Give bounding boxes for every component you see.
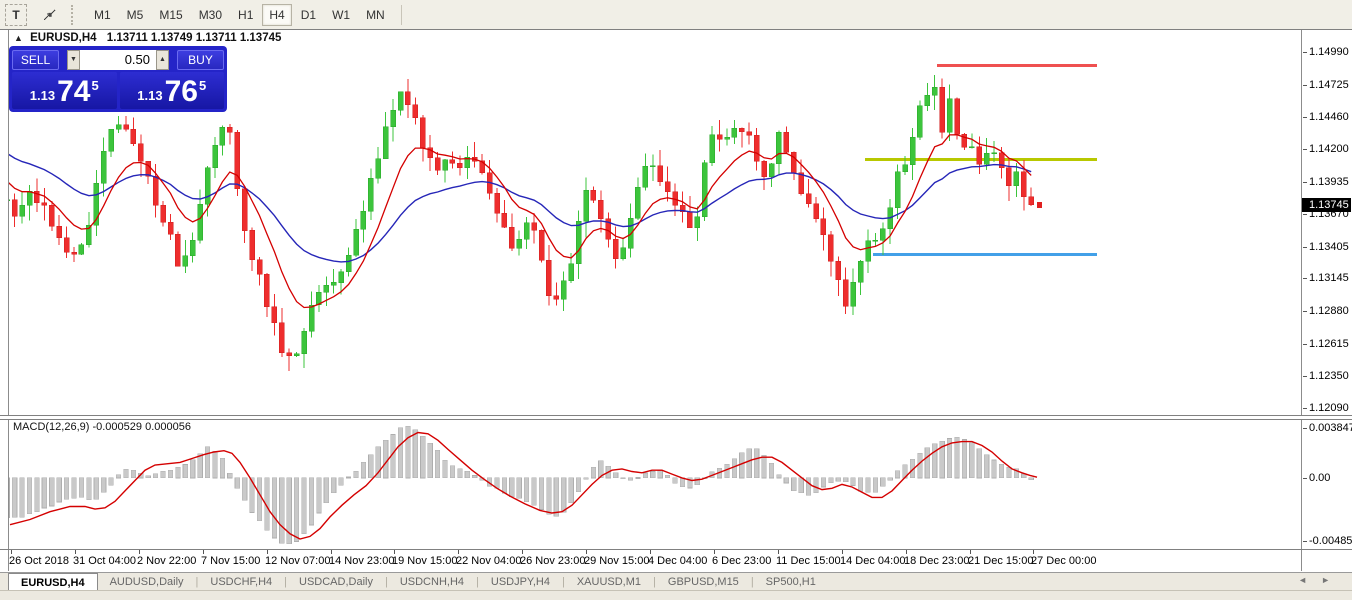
time-tick-label: 18 Dec 23:00 — [904, 550, 970, 567]
buy-price-pip: 5 — [198, 78, 207, 93]
sell-price-big: 74 — [57, 75, 91, 108]
timeframe-button-w1[interactable]: W1 — [325, 4, 357, 26]
toolbar-separator — [400, 4, 402, 25]
price-tick-label: 1.14990 — [1303, 46, 1349, 58]
time-tick-label: 14 Dec 04:00 — [840, 550, 906, 567]
time-tick-label: 2 Nov 22:00 — [137, 550, 197, 567]
buy-button[interactable]: BUY — [177, 49, 224, 70]
time-tick-label: 7 Nov 15:00 — [201, 550, 261, 567]
macd-tick-label: -0.004856 — [1303, 535, 1352, 547]
timeframe-button-mn[interactable]: MN — [359, 4, 392, 26]
price-tick-label: 1.13405 — [1303, 241, 1349, 253]
tab-scroll-arrows[interactable]: ◄► — [1298, 575, 1344, 585]
price-tick-label: 1.12880 — [1303, 305, 1349, 317]
time-tick-label: 26 Oct 2018 — [9, 550, 69, 567]
toolbar-grip[interactable] — [71, 4, 80, 25]
macd-tick-label: 0.003847 — [1303, 422, 1352, 434]
status-strip — [0, 590, 1352, 600]
time-tick-label: 19 Nov 15:00 — [392, 550, 458, 567]
one-click-trade-panel: SELL ▼ ▲ BUY 1.13 74 5 1.13 76 5 — [9, 46, 227, 112]
price-axis[interactable]: 1.14990 1.14725 1.14460 1.14200 1.13935 1.136… — [1302, 30, 1352, 571]
buy-price-big: 76 — [164, 75, 198, 108]
timeframe-button-h1[interactable]: H1 — [231, 4, 260, 26]
chart-title: ▲ EURUSD,H4 1.13711 1.13749 1.13711 1.13… — [14, 32, 281, 44]
macd-label: MACD(12,26,9) -0.000529 0.000056 — [13, 421, 191, 433]
chart-tab-usdcnh-h4[interactable]: USDCNH,H4 — [388, 573, 476, 591]
time-axis[interactable]: 26 Oct 2018 31 Oct 04:00 2 Nov 22:00 7 Nov … — [9, 550, 1301, 571]
timeframe-button-m15[interactable]: M15 — [152, 4, 189, 26]
buy-price-quote[interactable]: 1.13 76 5 — [119, 72, 224, 109]
arrows-icon — [43, 9, 55, 20]
toolbar: T ▾ M1 M5 M15 M30 H1 H4 D1 W1 MN — [0, 0, 1352, 30]
time-tick-label: 12 Nov 07:00 — [265, 550, 331, 567]
volume-increase-button[interactable]: ▲ — [156, 49, 169, 70]
time-tick-label: 14 Nov 23:00 — [329, 550, 395, 567]
time-tick-label: 21 Dec 15:00 — [968, 550, 1034, 567]
timeframe-group: M1 M5 M15 M30 H1 H4 D1 W1 MN — [86, 3, 393, 26]
chart-ohlc-values: 1.13711 1.13749 1.13711 1.13745 — [106, 32, 282, 44]
scroll-right-icon[interactable]: ► — [1321, 575, 1344, 585]
text-tool-button[interactable]: T — [5, 3, 27, 26]
chart-tab-gbpusd-m15[interactable]: GBPUSD,M15 — [656, 573, 751, 591]
volume-decrease-button[interactable]: ▼ — [67, 49, 80, 70]
chart-tab-usdchf-h4[interactable]: USDCHF,H4 — [198, 573, 284, 591]
time-tick-label: 26 Nov 23:00 — [520, 550, 586, 567]
chart-tab-sp500-h1[interactable]: SP500,H1 — [754, 573, 828, 591]
time-tick-label: 6 Dec 23:00 — [712, 550, 772, 567]
chart-tab-xauusd-m1[interactable]: XAUUSD,M1 — [565, 573, 653, 591]
volume-input[interactable] — [80, 49, 156, 70]
current-price-badge: 1.13745 — [1302, 198, 1351, 212]
time-tick-label: 4 Dec 04:00 — [648, 550, 708, 567]
price-tick-label: 1.14725 — [1303, 79, 1349, 91]
macd-tick-label: 0.00 — [1302, 472, 1331, 484]
time-tick-label: 31 Oct 04:00 — [73, 550, 136, 567]
macd-indicator-pane[interactable] — [9, 419, 1301, 549]
time-tick-label: 22 Nov 04:00 — [456, 550, 522, 567]
timeframe-button-m30[interactable]: M30 — [192, 4, 229, 26]
timeframe-button-m1[interactable]: M1 — [87, 4, 118, 26]
timeframe-button-m5[interactable]: M5 — [120, 4, 151, 26]
mt4-window: { "toolbar": { "text_tool_label": "T", "… — [0, 0, 1352, 600]
symbol-arrow-icon: ▲ — [14, 33, 23, 43]
price-tick-label: 1.13935 — [1303, 176, 1349, 188]
timeframe-button-h4[interactable]: H4 — [262, 3, 292, 26]
chart-tab-eurusd-h4[interactable]: EURUSD,H4 — [8, 573, 98, 591]
price-tick-label: 1.14460 — [1303, 111, 1349, 123]
chart-tab-usdcad-daily[interactable]: USDCAD,Daily — [287, 573, 385, 591]
price-tick-label: 1.13145 — [1303, 272, 1349, 284]
price-tick-label: 1.12615 — [1303, 338, 1349, 350]
price-tick-label: 1.12350 — [1303, 370, 1349, 382]
cursor-arrows-button[interactable]: ▾ — [38, 4, 60, 26]
sell-button[interactable]: SELL — [12, 49, 59, 70]
price-tick-label: 1.14200 — [1303, 143, 1349, 155]
buy-price-prefix: 1.13 — [137, 88, 163, 103]
sell-price-quote[interactable]: 1.13 74 5 — [12, 72, 117, 109]
scroll-left-icon[interactable]: ◄ — [1298, 575, 1321, 585]
chart-tab-bar: EURUSD,H4 AUDUSD,Daily | USDCHF,H4 | USDCAD,D… — [0, 572, 1352, 591]
sell-price-pip: 5 — [91, 78, 99, 93]
time-tick-label: 29 Nov 15:00 — [584, 550, 650, 567]
timeframe-button-d1[interactable]: D1 — [294, 4, 323, 26]
chart-tab-audusd-daily[interactable]: AUDUSD,Daily — [98, 573, 196, 591]
time-tick-label: 27 Dec 00:00 — [1031, 550, 1097, 567]
chart-symbol-label: EURUSD,H4 — [30, 32, 97, 44]
price-tick-label: 1.12090 — [1303, 402, 1349, 414]
time-tick-label: 11 Dec 15:00 — [776, 550, 841, 567]
sell-price-prefix: 1.13 — [29, 88, 56, 103]
chart-tab-usdjpy-h4[interactable]: USDJPY,H4 — [479, 573, 562, 591]
